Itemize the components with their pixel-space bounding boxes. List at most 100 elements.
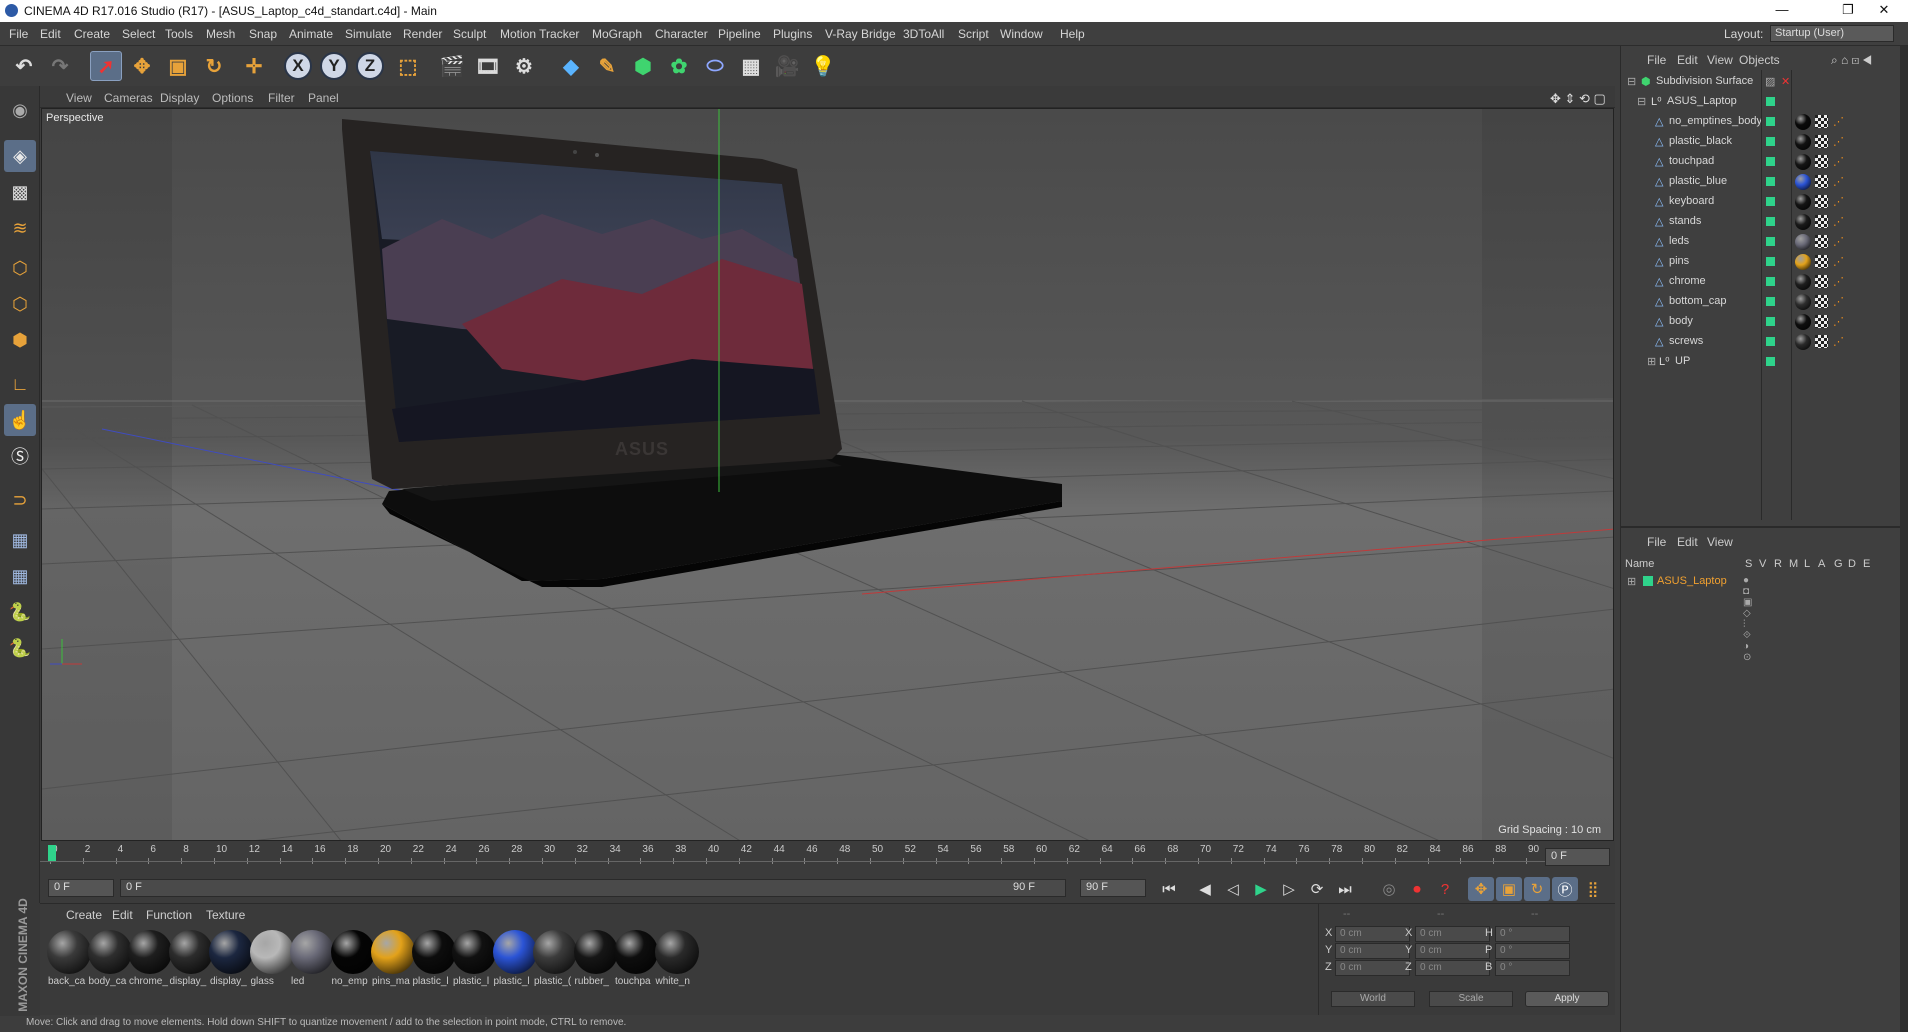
texture-mode-icon[interactable]: ▩ <box>4 176 36 208</box>
playhead[interactable] <box>48 845 56 861</box>
texture-tag-icon[interactable] <box>1815 175 1828 188</box>
workplane-lock-icon[interactable]: ▦ <box>4 524 36 556</box>
material-tag-icon[interactable] <box>1795 214 1811 230</box>
material-swatch[interactable]: plastic_( <box>532 930 578 994</box>
menu-tools[interactable]: Tools <box>165 27 193 41</box>
keyframe-selection-icon[interactable]: ? <box>1432 877 1458 901</box>
visibility-dot[interactable] <box>1766 237 1775 246</box>
material-tag-icon[interactable] <box>1795 254 1811 270</box>
coord-value-field[interactable]: 0 cm <box>1415 960 1490 976</box>
deformer-icon[interactable]: ⬭ <box>699 51 731 81</box>
timeline-end-field[interactable]: 0 F <box>1545 848 1610 866</box>
live-selection-icon[interactable]: ➚ <box>90 51 122 81</box>
material-swatch[interactable]: body_ca <box>87 930 133 994</box>
menu-mograph[interactable]: MoGraph <box>592 27 642 41</box>
coord-mode-dropdown[interactable]: Scale <box>1429 991 1513 1007</box>
material-swatch[interactable]: glass <box>249 930 295 994</box>
x-axis-lock-icon[interactable]: X <box>284 52 312 80</box>
y-axis-lock-icon[interactable]: Y <box>320 52 348 80</box>
go-to-end-icon[interactable]: ⏭ <box>1332 877 1358 901</box>
texture-tag-icon[interactable] <box>1815 255 1828 268</box>
phong-tag-icon[interactable]: ⋰ <box>1833 255 1844 268</box>
texture-tag-icon[interactable] <box>1815 135 1828 148</box>
menu-3dtoall[interactable]: 3DToAll <box>903 27 944 41</box>
render-settings-icon[interactable]: ⚙ <box>508 51 540 81</box>
render-view-icon[interactable]: 🎬 <box>436 51 468 81</box>
material-swatch[interactable]: plastic_l <box>492 930 538 994</box>
workplane-icon[interactable]: ≋ <box>4 212 36 244</box>
viewport-menu-display[interactable]: Display <box>160 91 199 105</box>
texture-tag-icon[interactable] <box>1815 155 1828 168</box>
material-swatch[interactable]: plastic_l <box>451 930 497 994</box>
material-tag-icon[interactable] <box>1795 114 1811 130</box>
menu-help[interactable]: Help <box>1060 27 1085 41</box>
viewport-menu-filter[interactable]: Filter <box>268 91 295 105</box>
texture-tag-icon[interactable] <box>1815 235 1828 248</box>
light-object-icon[interactable]: 💡 <box>807 51 839 81</box>
coord-value-field[interactable]: 0 cm <box>1335 960 1410 976</box>
current-frame-field[interactable]: 0 F <box>48 879 114 897</box>
menu-file[interactable]: File <box>9 27 28 41</box>
frame-range-slider[interactable]: 0 F 90 F <box>120 879 1066 897</box>
objects-menu-edit[interactable]: Edit <box>1677 53 1698 67</box>
undo-icon[interactable]: ↶ <box>8 51 40 81</box>
expand-icon[interactable]: ⊞ <box>1647 355 1659 368</box>
viewport-menu-panel[interactable]: Panel <box>308 91 339 105</box>
render-to-picture-viewer-icon[interactable]: 🎞 <box>472 51 504 81</box>
material-tag-icon[interactable] <box>1795 334 1811 350</box>
texture-tag-icon[interactable] <box>1815 195 1828 208</box>
timeline-ruler[interactable]: 0246810121416182022242628303234363840424… <box>40 841 1615 873</box>
python-script-icon[interactable]: 🐍 <box>4 596 36 628</box>
phong-tag-icon[interactable]: ⋰ <box>1833 155 1844 168</box>
coord-value-field[interactable]: 0 cm <box>1335 943 1410 959</box>
edges-mode-icon[interactable]: ⬡ <box>4 288 36 320</box>
visibility-dot[interactable] <box>1766 97 1775 106</box>
subdivision-surface-icon[interactable]: ⬢ <box>627 51 659 81</box>
material-tag-icon[interactable] <box>1795 234 1811 250</box>
previous-frame-icon[interactable]: ◁ <box>1220 877 1246 901</box>
menu-window[interactable]: Window <box>1000 27 1043 41</box>
camera-object-icon[interactable]: 🎥 <box>771 51 803 81</box>
material-swatch[interactable]: plastic_l <box>411 930 457 994</box>
cube-object-icon[interactable]: ◆ <box>555 51 587 81</box>
record-keys-icon[interactable]: ◎ <box>1376 877 1402 901</box>
layer-color-swatch[interactable] <box>1643 576 1653 586</box>
move-tool-icon[interactable]: ✥ <box>126 51 158 81</box>
snap-icon[interactable]: Ⓢ <box>4 440 36 472</box>
key-position-icon[interactable]: ✥ <box>1468 877 1494 901</box>
menu-pipeline[interactable]: Pipeline <box>718 27 761 41</box>
phong-tag-icon[interactable]: ⋰ <box>1833 335 1844 348</box>
enabled-check-icon[interactable]: ▨ <box>1765 75 1777 88</box>
layer-row-asus-laptop[interactable]: ⊞ ASUS_Laptop ● ◘ ▣ ◇ ⫶ ⟐ ◑ ⊙ <box>1621 572 1901 663</box>
coord-value-field[interactable]: 0 cm <box>1335 926 1410 942</box>
perspective-viewport[interactable]: ASUS Perspective Grid Spacing : 10 cm <box>41 108 1614 841</box>
viewport-menu-options[interactable]: Options <box>212 91 253 105</box>
transform-tool-icon[interactable]: ✛ <box>238 51 270 81</box>
apply-button[interactable]: Apply <box>1525 991 1609 1007</box>
material-swatch[interactable]: rubber_ <box>573 930 619 994</box>
close-button[interactable]: ✕ <box>1862 2 1906 18</box>
objects-menu-file[interactable]: File <box>1647 53 1666 67</box>
layers-menu-edit[interactable]: Edit <box>1677 535 1698 549</box>
menu-edit[interactable]: Edit <box>40 27 61 41</box>
coord-space-dropdown[interactable]: World <box>1331 991 1415 1007</box>
key-rotation-icon[interactable]: ↻ <box>1524 877 1550 901</box>
material-swatch[interactable]: chrome_ <box>127 930 173 994</box>
layout-dropdown[interactable]: Startup (User) <box>1770 25 1894 42</box>
material-swatch[interactable]: led <box>289 930 335 994</box>
scale-tool-icon[interactable]: ▣ <box>162 51 194 81</box>
auto-keying-icon[interactable]: ⏺ <box>1404 877 1430 901</box>
axis-mode-icon[interactable]: ∟ <box>4 368 36 400</box>
menu-render[interactable]: Render <box>403 27 442 41</box>
material-swatch[interactable]: display_ <box>208 930 254 994</box>
coord-value-field[interactable]: 0 ° <box>1495 960 1570 976</box>
z-axis-lock-icon[interactable]: Z <box>356 52 384 80</box>
tweak-mode-icon[interactable]: ☝ <box>4 404 36 436</box>
pen-spline-icon[interactable]: ✎ <box>591 51 623 81</box>
phong-tag-icon[interactable]: ⋰ <box>1833 235 1844 248</box>
phong-tag-icon[interactable]: ⋰ <box>1833 115 1844 128</box>
texture-tag-icon[interactable] <box>1815 275 1828 288</box>
visibility-dot[interactable] <box>1766 157 1775 166</box>
rotate-tool-icon[interactable]: ↻ <box>198 51 230 81</box>
material-menu-function[interactable]: Function <box>146 908 192 922</box>
